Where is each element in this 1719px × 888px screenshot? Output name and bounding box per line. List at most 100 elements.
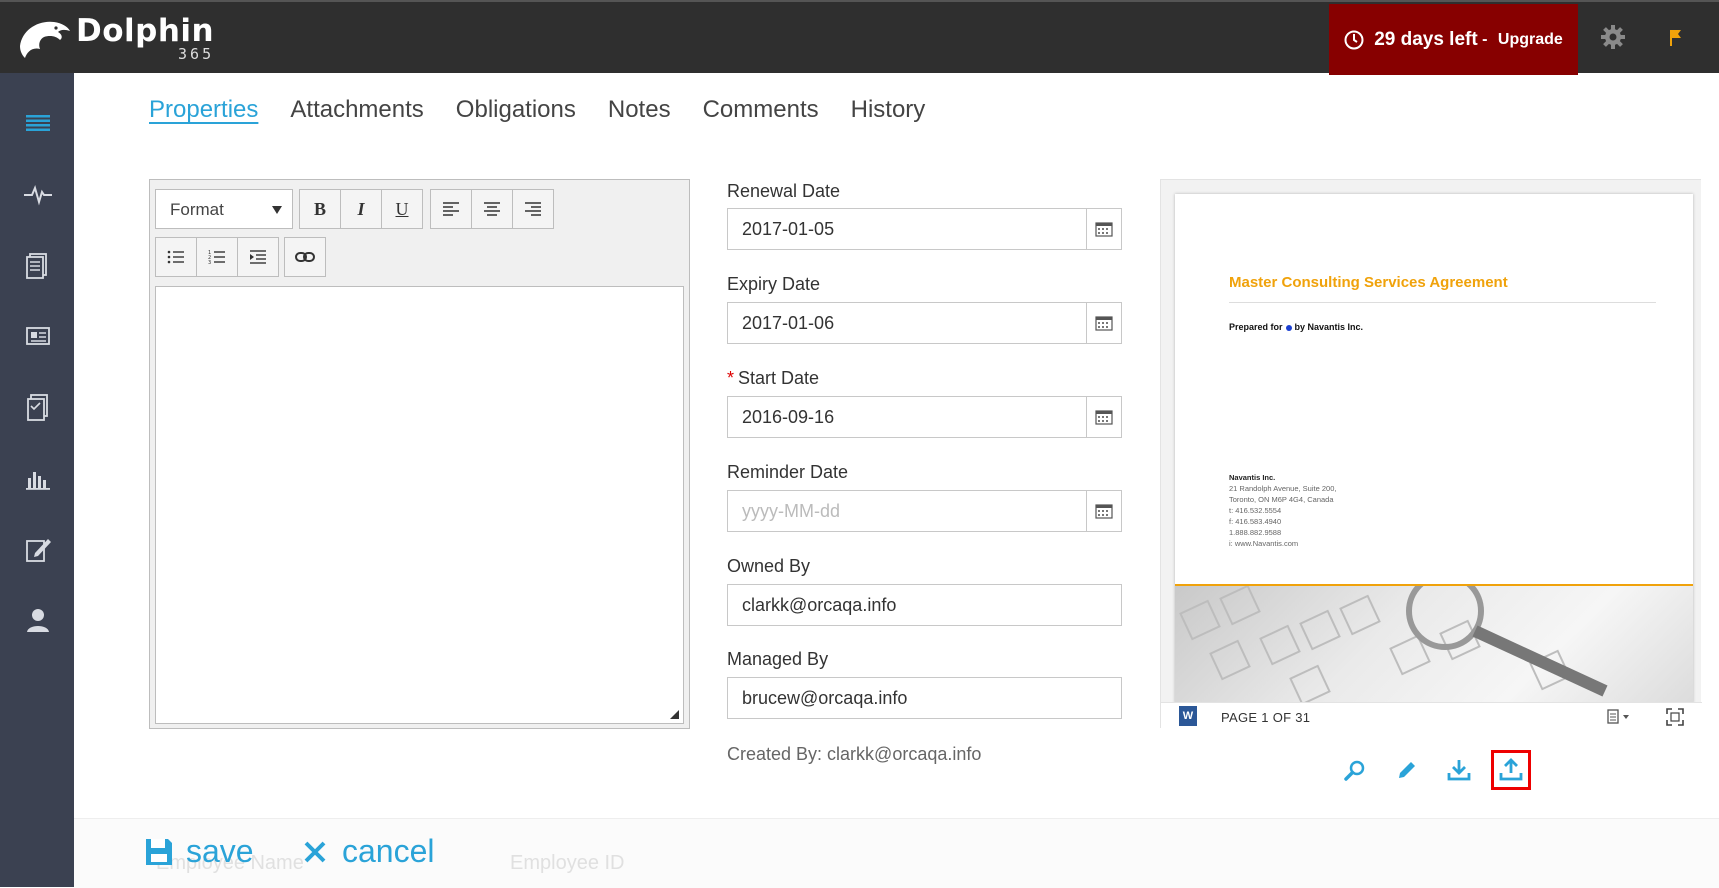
align-right-icon bbox=[525, 202, 541, 216]
renewal-date-value: 2017-01-05 bbox=[742, 219, 835, 239]
bottom-action-bar: Employee Name Employee ID save cancel bbox=[74, 818, 1719, 888]
save-label: save bbox=[186, 833, 254, 869]
tab-attachments[interactable]: Attachments bbox=[290, 96, 423, 124]
page-menu-icon[interactable] bbox=[1606, 708, 1636, 726]
trial-banner[interactable]: 29 days left - Upgrade bbox=[1329, 4, 1578, 75]
address-line: f: 416.583.4940 bbox=[1229, 517, 1282, 526]
clock-icon bbox=[1344, 30, 1364, 49]
align-right-button[interactable] bbox=[512, 189, 554, 229]
tab-comments[interactable]: Comments bbox=[703, 96, 819, 124]
upload-button[interactable] bbox=[1491, 750, 1531, 790]
tab-bar: Properties Attachments Obligations Notes… bbox=[149, 96, 925, 124]
search-icon bbox=[1344, 760, 1365, 781]
download-button[interactable] bbox=[1439, 750, 1479, 790]
managed-by-value: brucew@orcaqa.info bbox=[742, 688, 908, 708]
tab-notes[interactable]: Notes bbox=[608, 96, 671, 124]
editor-content-area[interactable] bbox=[155, 286, 684, 724]
cancel-button[interactable]: cancel bbox=[302, 833, 435, 870]
expiry-date-value: 2017-01-06 bbox=[742, 313, 835, 333]
document-preview: Master Consulting Services Agreement Pre… bbox=[1160, 179, 1702, 730]
align-left-button[interactable] bbox=[430, 189, 472, 229]
link-icon bbox=[295, 252, 315, 262]
indent-button[interactable] bbox=[237, 237, 279, 277]
document-title: Master Consulting Services Agreement bbox=[1229, 274, 1508, 291]
address-line: t: 416.532.5554 bbox=[1229, 506, 1282, 515]
user-icon[interactable] bbox=[22, 604, 54, 636]
tab-history[interactable]: History bbox=[851, 96, 926, 124]
expiry-date-field[interactable]: 2017-01-06 bbox=[727, 302, 1122, 344]
menu-list-icon[interactable] bbox=[22, 107, 54, 139]
close-icon bbox=[304, 841, 326, 862]
managed-by-field[interactable]: brucew@orcaqa.info bbox=[727, 677, 1122, 719]
trial-separator: - bbox=[1477, 30, 1492, 48]
upload-icon bbox=[1499, 758, 1523, 781]
owned-by-field[interactable]: clarkk@orcaqa.info bbox=[727, 584, 1122, 626]
document-divider bbox=[1229, 302, 1656, 303]
app-subtitle: 365 bbox=[178, 45, 215, 63]
gear-icon[interactable] bbox=[1600, 24, 1626, 50]
tab-properties[interactable]: Properties bbox=[149, 96, 258, 124]
align-left-icon bbox=[443, 202, 459, 216]
edit-form-icon[interactable] bbox=[22, 533, 54, 565]
renewal-date-label: Renewal Date bbox=[727, 181, 841, 201]
documents-icon[interactable] bbox=[22, 249, 54, 281]
address-line: 21 Randolph Avenue, Suite 200, bbox=[1229, 484, 1337, 493]
upgrade-link[interactable]: Upgrade bbox=[1498, 31, 1563, 49]
reminder-date-field[interactable]: yyyy-MM-dd bbox=[727, 490, 1122, 532]
trial-days-left: 29 days left bbox=[1374, 28, 1478, 50]
start-date-value: 2016-09-16 bbox=[742, 407, 835, 427]
sidebar bbox=[0, 73, 74, 887]
app-logo[interactable]: Dolphin 365 bbox=[16, 16, 214, 64]
app-name: Dolphin bbox=[76, 13, 215, 49]
tab-obligations[interactable]: Obligations bbox=[456, 96, 576, 124]
underline-button[interactable]: U bbox=[381, 189, 423, 229]
owned-by-label: Owned By bbox=[727, 556, 811, 576]
word-document-icon: W bbox=[1179, 706, 1197, 726]
indent-icon bbox=[250, 250, 266, 264]
managed-by-label: Managed By bbox=[727, 649, 829, 669]
italic-button[interactable]: I bbox=[340, 189, 382, 229]
contracts-icon[interactable] bbox=[22, 391, 54, 423]
resize-handle-icon[interactable] bbox=[670, 710, 679, 719]
calendar-icon[interactable] bbox=[1086, 397, 1121, 437]
start-date-label-text: Start Date bbox=[738, 368, 820, 388]
save-floppy-icon bbox=[146, 838, 172, 865]
start-date-field[interactable]: 2016-09-16 bbox=[727, 396, 1122, 438]
align-center-button[interactable] bbox=[471, 189, 513, 229]
flag-icon[interactable] bbox=[1668, 28, 1684, 48]
expiry-date-label: Expiry Date bbox=[727, 274, 821, 294]
numbered-list-button[interactable]: 123 bbox=[196, 237, 238, 277]
calendar-icon[interactable] bbox=[1086, 303, 1121, 343]
contact-card-icon[interactable] bbox=[22, 320, 54, 352]
bold-button[interactable]: B bbox=[299, 189, 341, 229]
bullet-list-button[interactable] bbox=[155, 237, 197, 277]
format-dropdown[interactable]: Format bbox=[155, 189, 293, 229]
preview-actions bbox=[1335, 750, 1535, 790]
reports-chart-icon[interactable] bbox=[22, 462, 54, 494]
align-center-icon bbox=[484, 202, 500, 216]
document-page[interactable]: Master Consulting Services Agreement Pre… bbox=[1175, 194, 1693, 703]
svg-text:3: 3 bbox=[208, 260, 211, 265]
prepared-by-text: by Navantis Inc. bbox=[1294, 322, 1364, 332]
bullet-list-icon bbox=[167, 250, 184, 264]
insert-link-button[interactable] bbox=[284, 237, 326, 277]
numbered-list-icon: 123 bbox=[208, 250, 225, 265]
address-line: i: www.Navantis.com bbox=[1229, 539, 1299, 548]
top-bar: Dolphin 365 29 days left - Upgrade bbox=[0, 0, 1719, 75]
start-date-label: * Start Date bbox=[727, 368, 819, 389]
address-line: Navantis Inc. bbox=[1229, 473, 1276, 482]
fullscreen-icon[interactable] bbox=[1666, 708, 1684, 726]
calendar-icon[interactable] bbox=[1086, 209, 1121, 249]
owned-by-value: clarkk@orcaqa.info bbox=[742, 595, 897, 615]
zoom-button[interactable] bbox=[1335, 750, 1375, 790]
address-line: 1.888.882.9588 bbox=[1229, 528, 1282, 537]
renewal-date-field[interactable]: 2017-01-05 bbox=[727, 208, 1122, 250]
save-button[interactable]: save bbox=[144, 833, 254, 870]
calendar-icon[interactable] bbox=[1086, 491, 1121, 531]
document-address: Navantis Inc. 21 Randolph Avenue, Suite … bbox=[1229, 472, 1336, 549]
edit-button[interactable] bbox=[1387, 750, 1427, 790]
dolphin-logo-icon bbox=[20, 21, 70, 59]
activity-pulse-icon[interactable] bbox=[22, 178, 54, 210]
rich-text-editor: Format B I U 123 bbox=[149, 179, 690, 729]
reminder-date-label: Reminder Date bbox=[727, 462, 849, 482]
